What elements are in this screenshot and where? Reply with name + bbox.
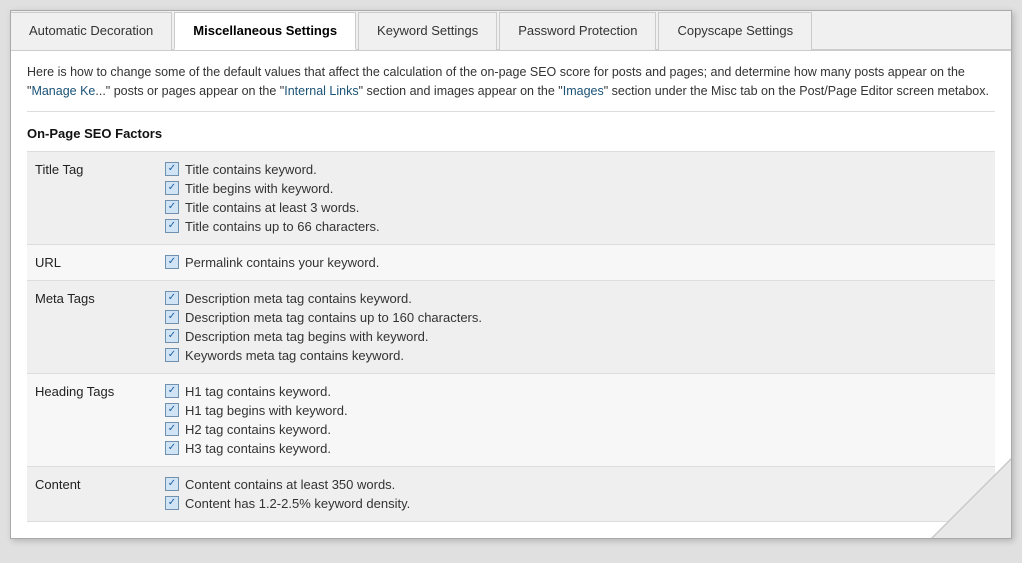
check-label: Title contains up to 66 characters. xyxy=(185,219,380,234)
check-label: H3 tag contains keyword. xyxy=(185,441,331,456)
checkbox-icon[interactable] xyxy=(165,384,179,398)
check-item[interactable]: Keywords meta tag contains keyword. xyxy=(165,348,987,363)
check-label: Title contains keyword. xyxy=(185,162,317,177)
checkbox-icon[interactable] xyxy=(165,403,179,417)
check-item[interactable]: Content contains at least 350 words. xyxy=(165,477,987,492)
check-label: Content contains at least 350 words. xyxy=(185,477,395,492)
check-label: H1 tag begins with keyword. xyxy=(185,403,348,418)
description-text: Here is how to change some of the defaul… xyxy=(27,63,995,112)
check-label: Title contains at least 3 words. xyxy=(185,200,359,215)
checkbox-icon[interactable] xyxy=(165,200,179,214)
section-title: On-Page SEO Factors xyxy=(27,126,995,141)
seo-factors-table: Title Tag Title contains keyword. Title be… xyxy=(27,151,995,522)
tab-bar: Automatic Decoration Miscellaneous Setti… xyxy=(11,11,1011,51)
checkbox-icon[interactable] xyxy=(165,162,179,176)
check-label: Title begins with keyword. xyxy=(185,181,333,196)
check-item[interactable]: H3 tag contains keyword. xyxy=(165,441,987,456)
checkbox-icon[interactable] xyxy=(165,496,179,510)
check-item[interactable]: Description meta tag begins with keyword… xyxy=(165,329,987,344)
check-item[interactable]: Title contains up to 66 characters. xyxy=(165,219,987,234)
checkbox-icon[interactable] xyxy=(165,441,179,455)
checkbox-icon[interactable] xyxy=(165,181,179,195)
check-label: Content has 1.2-2.5% keyword density. xyxy=(185,496,410,511)
check-label: Description meta tag begins with keyword… xyxy=(185,329,429,344)
tab-automatic-decoration[interactable]: Automatic Decoration xyxy=(11,12,172,50)
check-item[interactable]: Title begins with keyword. xyxy=(165,181,987,196)
check-item[interactable]: Title contains at least 3 words. xyxy=(165,200,987,215)
checkbox-icon[interactable] xyxy=(165,310,179,324)
check-label: Description meta tag contains up to 160 … xyxy=(185,310,482,325)
check-item[interactable]: Permalink contains your keyword. xyxy=(165,255,987,270)
checkbox-icon[interactable] xyxy=(165,329,179,343)
table-row: Heading TagsH1 tag contains keyword.H1 t… xyxy=(27,373,995,466)
table-row: Meta TagsDescription meta tag contains k… xyxy=(27,280,995,373)
check-item[interactable]: Content has 1.2-2.5% keyword density. xyxy=(165,496,987,511)
check-item[interactable]: H1 tag contains keyword. xyxy=(165,384,987,399)
check-label: Description meta tag contains keyword. xyxy=(185,291,412,306)
table-row: URL Permalink contains your keyword. xyxy=(27,244,995,280)
main-window: Automatic Decoration Miscellaneous Setti… xyxy=(10,10,1012,539)
check-label: H1 tag contains keyword. xyxy=(185,384,331,399)
check-item[interactable]: Description meta tag contains up to 160 … xyxy=(165,310,987,325)
check-item[interactable]: H1 tag begins with keyword. xyxy=(165,403,987,418)
tab-password-protection[interactable]: Password Protection xyxy=(499,12,656,50)
checkbox-icon[interactable] xyxy=(165,477,179,491)
checkbox-icon[interactable] xyxy=(165,255,179,269)
tab-keyword-settings[interactable]: Keyword Settings xyxy=(358,12,497,50)
check-label: Permalink contains your keyword. xyxy=(185,255,379,270)
row-label: Meta Tags xyxy=(27,280,157,373)
row-checks: Title contains keyword. Title begins with… xyxy=(157,151,995,244)
tab-content: Here is how to change some of the defaul… xyxy=(11,51,1011,538)
checkbox-icon[interactable] xyxy=(165,422,179,436)
row-label: Content xyxy=(27,466,157,521)
check-label: H2 tag contains keyword. xyxy=(185,422,331,437)
row-checks: Description meta tag contains keyword. De… xyxy=(157,280,995,373)
row-label: Heading Tags xyxy=(27,373,157,466)
row-checks: H1 tag contains keyword. H1 tag begins wi… xyxy=(157,373,995,466)
row-label: Title Tag xyxy=(27,151,157,244)
checkbox-icon[interactable] xyxy=(165,291,179,305)
row-checks: Content contains at least 350 words. Cont… xyxy=(157,466,995,521)
tab-miscellaneous-settings[interactable]: Miscellaneous Settings xyxy=(174,12,356,50)
table-row: Title Tag Title contains keyword. Title be… xyxy=(27,151,995,244)
row-checks: Permalink contains your keyword. xyxy=(157,244,995,280)
check-item[interactable]: Description meta tag contains keyword. xyxy=(165,291,987,306)
table-row: ContentContent contains at least 350 wor… xyxy=(27,466,995,521)
check-item[interactable]: Title contains keyword. xyxy=(165,162,987,177)
check-item[interactable]: H2 tag contains keyword. xyxy=(165,422,987,437)
row-label: URL xyxy=(27,244,157,280)
tab-copyscape-settings[interactable]: Copyscape Settings xyxy=(658,12,812,50)
check-label: Keywords meta tag contains keyword. xyxy=(185,348,404,363)
checkbox-icon[interactable] xyxy=(165,219,179,233)
checkbox-icon[interactable] xyxy=(165,348,179,362)
